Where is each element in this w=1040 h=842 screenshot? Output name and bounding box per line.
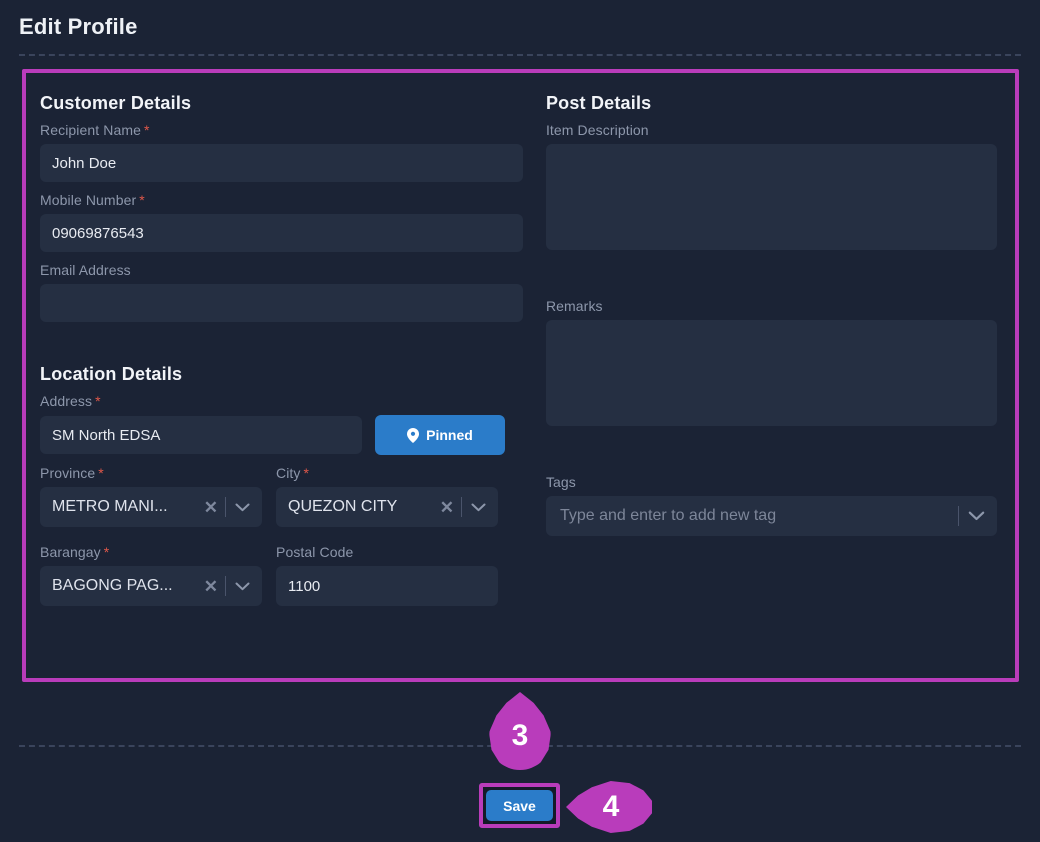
province-label-text: Province — [40, 465, 96, 481]
barangay-postal-row: Barangay * BAGONG PAG... ✕ Postal Code — [40, 544, 523, 606]
required-asterisk: * — [103, 544, 110, 560]
address-row: Pinned — [40, 415, 523, 455]
recipient-name-input[interactable] — [40, 144, 523, 182]
address-input[interactable] — [40, 416, 362, 454]
clear-x-icon[interactable]: ✕ — [200, 499, 225, 516]
mobile-number-input[interactable] — [40, 214, 523, 252]
barangay-selected-value: BAGONG PAG... — [52, 577, 173, 594]
post-details-heading: Post Details — [545, 93, 652, 113]
location-details-heading: Location Details — [40, 364, 183, 384]
tags-input[interactable] — [557, 506, 958, 526]
province-selected-value: METRO MANI... — [52, 498, 168, 515]
barangay-label: Barangay * — [40, 544, 262, 560]
barangay-select[interactable]: BAGONG PAG... ✕ — [40, 566, 262, 606]
remarks-label: Remarks — [545, 298, 603, 314]
email-address-input[interactable] — [40, 284, 523, 322]
map-pin-icon — [407, 427, 420, 443]
recipient-name-label: Recipient Name * — [40, 122, 523, 138]
pinned-button-label: Pinned — [426, 427, 473, 443]
chevron-down-icon[interactable] — [462, 503, 488, 512]
save-button[interactable]: Save — [486, 790, 553, 821]
header-divider — [19, 54, 1021, 56]
pinned-button[interactable]: Pinned — [375, 415, 505, 455]
barangay-field: Barangay * BAGONG PAG... ✕ — [40, 544, 262, 606]
barangay-label-text: Barangay — [40, 544, 101, 560]
clear-x-icon[interactable]: ✕ — [200, 578, 225, 595]
province-select[interactable]: METRO MANI... ✕ — [40, 487, 262, 527]
postal-code-input[interactable] — [276, 566, 498, 606]
email-address-label: Email Address — [40, 262, 131, 278]
customer-details-heading: Customer Details — [40, 93, 192, 113]
annotation-callout-3: 3 — [489, 692, 551, 770]
mobile-number-label: Mobile Number * — [40, 192, 523, 208]
edit-profile-page: Edit Profile Customer Details Recipient … — [0, 0, 1040, 842]
item-description-field: Item Description — [545, 122, 997, 255]
address-label-text: Address — [40, 393, 93, 409]
chevron-down-icon[interactable] — [226, 503, 252, 512]
annotation-number: 3 — [511, 719, 529, 752]
annotation-callout-4: 4 — [566, 781, 652, 833]
tags-control[interactable] — [545, 496, 997, 536]
remarks-textarea[interactable] — [545, 320, 997, 426]
recipient-name-field: Recipient Name * — [40, 122, 523, 182]
chevron-down-icon[interactable] — [226, 582, 252, 591]
tags-label: Tags — [545, 474, 576, 490]
postal-code-field: Postal Code — [276, 544, 498, 606]
city-label-text: City — [276, 465, 301, 481]
recipient-name-label-text: Recipient Name — [40, 122, 141, 138]
remarks-field: Remarks — [545, 298, 997, 431]
province-city-row: Province * METRO MANI... ✕ City * QUEZON… — [40, 465, 523, 527]
required-asterisk: * — [95, 393, 101, 409]
address-field: Address* Pinned — [40, 393, 523, 455]
province-label: Province * — [40, 465, 262, 481]
clear-x-icon[interactable]: ✕ — [436, 499, 461, 516]
edit-profile-form: Customer Details Recipient Name* Mobile … — [26, 73, 1015, 678]
city-select[interactable]: QUEZON CITY ✕ — [276, 487, 498, 527]
chevron-down-icon[interactable] — [959, 511, 987, 521]
tags-field: Tags — [545, 474, 997, 536]
page-title: Edit Profile — [19, 14, 138, 39]
required-asterisk: * — [139, 192, 145, 208]
email-address-field: Email Address — [40, 262, 523, 322]
postal-code-label: Postal Code — [276, 544, 354, 560]
city-label: City * — [276, 465, 498, 481]
right-column: Post Details Item Description Remarks Ta… — [545, 85, 997, 668]
save-button-highlight: Save — [479, 783, 560, 828]
required-asterisk: * — [98, 465, 104, 481]
item-description-label: Item Description — [545, 122, 649, 138]
annotation-number: 4 — [602, 790, 620, 823]
city-field: City * QUEZON CITY ✕ — [276, 465, 498, 527]
mobile-number-label-text: Mobile Number — [40, 192, 137, 208]
left-column: Customer Details Recipient Name* Mobile … — [40, 85, 523, 668]
mobile-number-field: Mobile Number * — [40, 192, 523, 252]
province-field: Province * METRO MANI... ✕ — [40, 465, 262, 527]
city-selected-value: QUEZON CITY — [288, 498, 398, 515]
item-description-textarea[interactable] — [545, 144, 997, 250]
required-asterisk: * — [144, 122, 150, 138]
required-asterisk: * — [303, 465, 310, 481]
address-label: Address * — [40, 393, 523, 409]
